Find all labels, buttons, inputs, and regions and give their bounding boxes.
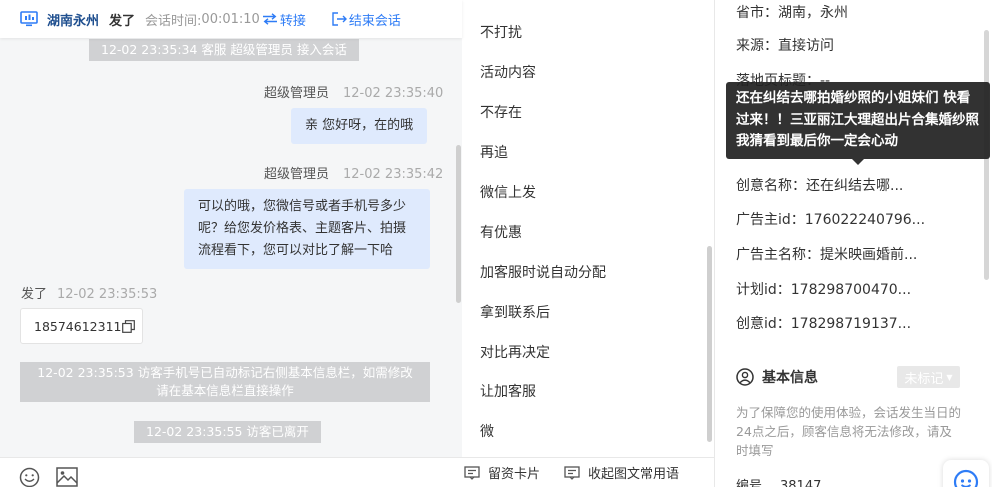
sender-name: 发了 xyxy=(21,287,48,302)
sender-name: 超级管理员 xyxy=(264,86,330,101)
chat-panel: 湖南永州 发了 会话时间: 00:01:10 转接 结束会话 12-02 23:… xyxy=(0,0,462,487)
system-message-phone-tagged: 12-02 23:35:53 访客手机号已自动标记右侧基本信息栏，如需修改请在基… xyxy=(20,362,430,402)
phrase-list-scrollbar[interactable] xyxy=(707,246,712,442)
tooltip-arrow xyxy=(852,159,864,165)
transfer-button[interactable]: 转接 xyxy=(262,10,306,29)
end-session-label: 结束会话 xyxy=(348,13,401,29)
visitor-name: 发了 xyxy=(109,13,136,29)
collapse-phrases-button[interactable]: 收起图文常用语 xyxy=(564,463,679,482)
quick-phrase-list: 不打扰 活动内容 不存在 再追 微信上发 有优惠 加客服时说自动分配 拿到联系后… xyxy=(462,0,714,457)
phrase-item[interactable]: 加客服时说自动分配 xyxy=(480,262,606,282)
phone-number: 18574612311 xyxy=(34,318,122,334)
tag-dropdown-label: 未标记 xyxy=(904,371,944,387)
transfer-label: 转接 xyxy=(279,13,306,29)
image-icon[interactable] xyxy=(56,467,78,487)
info-plan-id: 计划id：178298700470... xyxy=(736,282,912,298)
phrase-item[interactable]: 微 xyxy=(480,421,494,441)
collapse-phrases-label: 收起图文常用语 xyxy=(588,467,680,482)
agent-message-bubble: 亲 您好呀，在的哦 xyxy=(291,108,428,144)
lead-card-button[interactable]: 留资卡片 xyxy=(464,463,540,482)
phrase-item[interactable]: 有优惠 xyxy=(480,222,522,242)
lead-card-label: 留资卡片 xyxy=(488,467,541,482)
phrase-item[interactable]: 不打扰 xyxy=(480,22,522,42)
info-number-row: 编号 38147 xyxy=(736,475,821,487)
message-time: 12-02 23:35:53 xyxy=(57,287,158,302)
basic-info-note: 为了保障您的使用体验，会话发生当日的24点之后，顾客信息将无法修改，请及时填写 xyxy=(736,405,962,458)
info-province: 省市：湖南，永州 xyxy=(736,5,848,21)
phrase-item[interactable]: 再追 xyxy=(480,142,508,162)
message-icon xyxy=(564,465,580,480)
chat-toolbar xyxy=(0,457,462,487)
agent-message-meta: 超级管理员 12-02 23:35:42 xyxy=(264,163,443,182)
agent-message-bubble: 可以的哦，您微信号或者手机号多少呢？给您发价格表、主题客片、拍摄流程看下，您可以… xyxy=(184,189,430,269)
phrase-item[interactable]: 不存在 xyxy=(480,102,522,122)
system-message-visitor-left: 12-02 23:35:55 访客已离开 xyxy=(134,421,321,443)
visitor-phone-message[interactable]: 18574612311 xyxy=(20,308,143,344)
message-time: 12-02 23:35:40 xyxy=(343,86,444,101)
emoji-icon[interactable] xyxy=(19,467,40,487)
chat-header: 湖南永州 发了 会话时间: 00:01:10 转接 结束会话 xyxy=(0,0,462,38)
caret-down-icon: ▼ xyxy=(946,372,953,382)
transfer-icon xyxy=(262,13,277,25)
info-creative-name[interactable]: 创意名称：还在纠结去哪... xyxy=(736,175,903,195)
phrase-item[interactable]: 活动内容 xyxy=(480,62,536,82)
system-message-join: 12-02 23:35:34 客服 超级管理员 接入会话 xyxy=(89,39,359,61)
phrase-toolbar: 留资卡片 收起图文常用语 xyxy=(462,457,714,487)
session-time: 00:01:10 xyxy=(201,11,260,27)
session-time-label: 会话时间: xyxy=(145,13,202,29)
chat-scrollbar[interactable] xyxy=(456,145,461,303)
monitor-icon xyxy=(20,11,38,27)
copy-icon[interactable] xyxy=(122,319,136,333)
phrase-item[interactable]: 拿到联系后 xyxy=(480,302,550,322)
info-advertiser-name: 广告主名称：提米映画婚前... xyxy=(736,247,918,263)
basic-info-title: 基本信息 xyxy=(762,370,818,386)
visitor-message-meta: 发了 12-02 23:35:53 xyxy=(21,283,157,302)
creative-name-tooltip: 还在纠结去哪拍婚纱照的小姐妹们 快看过来！！三亚丽江大理超出片合集婚纱照 我猜看… xyxy=(726,82,990,159)
info-advertiser-id: 广告主id：176022240796... xyxy=(736,212,926,228)
exit-icon xyxy=(332,12,347,26)
message-time: 12-02 23:35:42 xyxy=(343,167,444,182)
assistant-float-button[interactable] xyxy=(943,460,989,487)
user-icon xyxy=(736,368,754,386)
visitor-info-panel: 省市：湖南，永州 来源：直接访问 落地页标题：-- 创意名称：还在纠结去哪...… xyxy=(715,0,992,487)
info-number-value: 38147 xyxy=(780,479,822,487)
basic-info-heading: 基本信息 xyxy=(736,367,818,387)
end-session-button[interactable]: 结束会话 xyxy=(331,10,401,29)
info-creative-id: 创意id：178298719137... xyxy=(736,316,912,332)
info-number-label: 编号 xyxy=(736,479,763,487)
phrase-item[interactable]: 让加客服 xyxy=(480,381,536,401)
phrase-item[interactable]: 对比再决定 xyxy=(480,342,550,362)
sender-name: 超级管理员 xyxy=(264,167,330,182)
phrase-item[interactable]: 微信上发 xyxy=(480,182,536,202)
visitor-location: 湖南永州 xyxy=(47,13,100,29)
assistant-icon xyxy=(953,469,979,487)
card-icon xyxy=(464,465,480,480)
info-source: 来源：直接访问 xyxy=(736,38,834,54)
agent-message-meta: 超级管理员 12-02 23:35:40 xyxy=(264,82,443,101)
tag-dropdown[interactable]: 未标记 ▼ xyxy=(897,366,960,388)
